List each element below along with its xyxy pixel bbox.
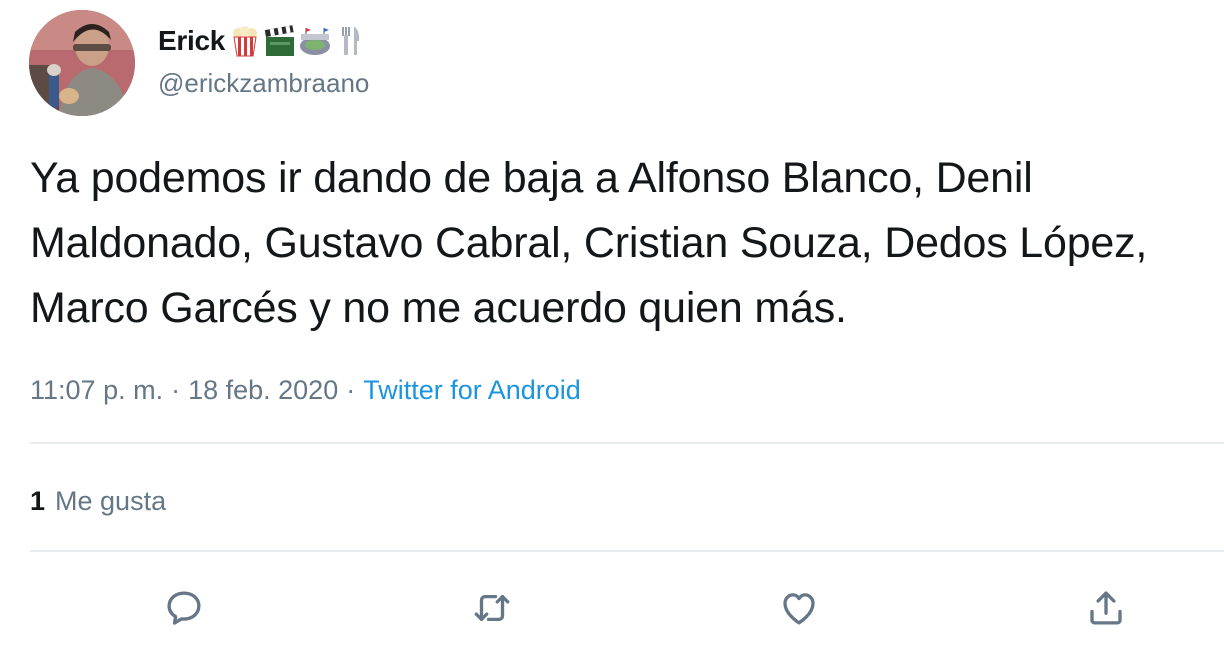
like-button[interactable]	[769, 580, 829, 640]
speech-bubble-icon	[163, 587, 205, 634]
user-info: Erick @erickzambraano	[158, 20, 369, 99]
fork-and-knife-icon	[333, 24, 367, 58]
name-row: Erick	[158, 20, 369, 62]
meta-separator: ·	[171, 374, 181, 405]
tweet-time[interactable]: 11:07 p. m.	[30, 375, 163, 406]
tweet-meta: 11:07 p. m. · 18 feb. 2020 · Twitter for…	[30, 368, 581, 412]
likes-stat[interactable]: 1 Me gusta	[30, 478, 166, 524]
heart-icon	[778, 587, 820, 634]
clapper-board-icon	[263, 24, 297, 58]
likes-count: 1	[30, 485, 46, 516]
display-name[interactable]: Erick	[158, 25, 225, 57]
retweet-button[interactable]	[462, 580, 522, 640]
tweet-actions	[0, 580, 1224, 640]
likes-label: Me gusta	[55, 485, 167, 516]
tweet-card: Erick @erickzambraano Ya podemos ir dand…	[0, 0, 1224, 667]
retweet-icon	[471, 587, 513, 634]
divider	[30, 550, 1224, 552]
divider	[30, 442, 1224, 444]
tweet-date[interactable]: 18 feb. 2020	[188, 375, 338, 406]
popcorn-icon	[228, 24, 262, 58]
share-button[interactable]	[1076, 580, 1136, 640]
user-handle[interactable]: @erickzambraano	[158, 68, 369, 99]
stadium-icon	[298, 24, 332, 58]
reply-button[interactable]	[154, 580, 214, 640]
meta-separator: ·	[346, 374, 356, 405]
tweet-text: Ya podemos ir dando de baja a Alfonso Bl…	[30, 154, 1148, 332]
tweet-source-link[interactable]: Twitter for Android	[363, 375, 581, 406]
name-emojis	[228, 24, 368, 58]
avatar[interactable]	[29, 10, 135, 116]
share-upload-icon	[1085, 587, 1127, 634]
